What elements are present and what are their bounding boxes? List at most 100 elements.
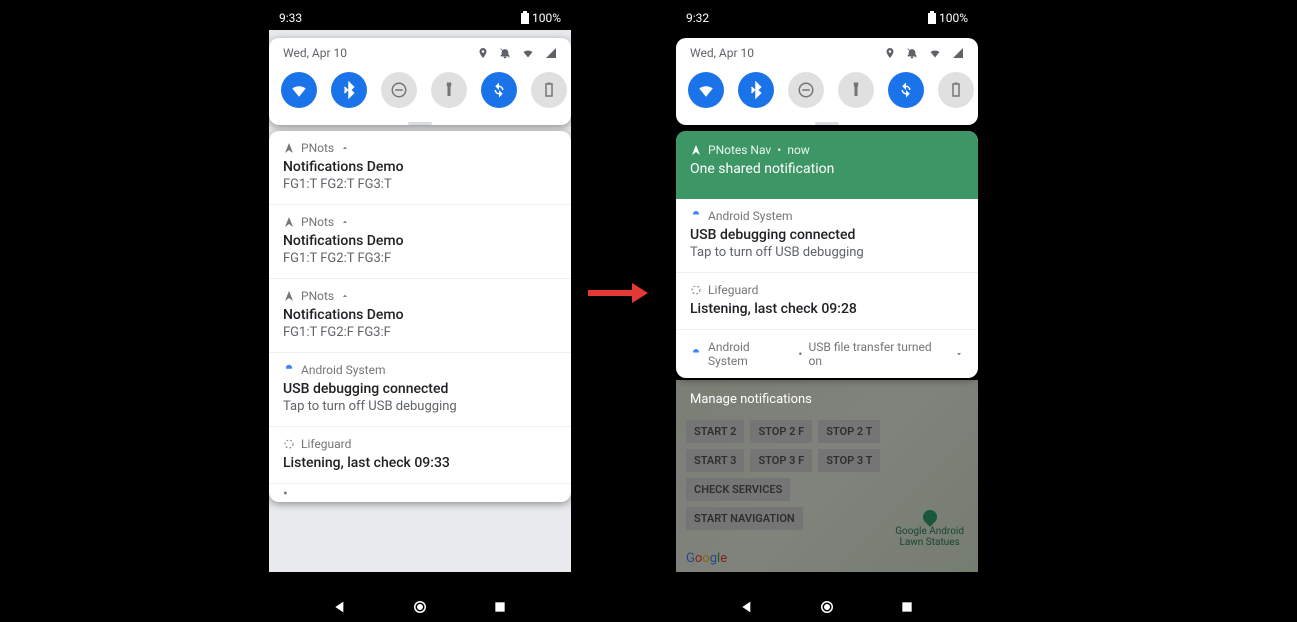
qs-flashlight[interactable] <box>838 72 874 108</box>
nav-icon <box>283 216 295 228</box>
notif-title: Listening, last check 09:28 <box>690 301 964 317</box>
notification-item[interactable]: Android System USB debugging connected T… <box>269 353 571 427</box>
map-btn[interactable]: STOP 2 T <box>818 420 880 443</box>
android-icon <box>690 210 702 222</box>
chevron-up-icon <box>340 217 350 227</box>
shade-date: Wed, Apr 10 <box>690 46 754 60</box>
map-btn[interactable]: START 3 <box>686 449 744 472</box>
battery-icon <box>520 11 530 25</box>
nav-icon <box>283 142 295 154</box>
nav-home[interactable] <box>818 598 836 616</box>
bell-off-icon <box>906 47 918 59</box>
collapsed-app: Android System <box>708 340 792 368</box>
notif-app: Android System <box>301 363 386 377</box>
chevron-up-icon <box>340 143 350 153</box>
map-btn[interactable]: STOP 3 F <box>750 449 812 472</box>
notif-app: PNotes Nav <box>708 143 771 157</box>
notification-item-highlighted[interactable]: PNotes Nav • now One shared notification <box>676 131 978 199</box>
quick-settings-row <box>676 66 978 122</box>
status-bar: 9:33 100% <box>265 6 575 30</box>
qs-battery-saver[interactable] <box>531 72 567 108</box>
notification-list: PNotes Nav • now One shared notification… <box>676 131 978 378</box>
notification-collapsed[interactable]: Android System • USB file transfer turne… <box>676 330 978 378</box>
status-battery: 100% <box>939 11 968 25</box>
qs-dnd[interactable] <box>788 72 824 108</box>
map-btn[interactable]: STOP 2 F <box>750 420 812 443</box>
qs-bluetooth[interactable] <box>738 72 774 108</box>
qs-autorotate[interactable] <box>888 72 924 108</box>
shade-handle[interactable] <box>815 122 839 125</box>
notif-app: PNots <box>301 215 334 229</box>
google-logo: Google <box>686 551 727 566</box>
qs-bluetooth[interactable] <box>331 72 367 108</box>
notification-item[interactable]: PNots Notifications Demo FG1:T FG2:T FG3… <box>269 131 571 205</box>
nav-recent[interactable] <box>491 598 509 616</box>
status-battery: 100% <box>532 11 561 25</box>
qs-autorotate[interactable] <box>481 72 517 108</box>
android-icon <box>283 364 295 376</box>
map-poi: Google Android Lawn Statues <box>895 510 964 548</box>
location-icon <box>884 47 896 59</box>
map-btn[interactable]: STOP 3 T <box>818 449 880 472</box>
quick-settings-row <box>269 66 571 122</box>
signal-icon <box>952 47 964 59</box>
qs-wifi[interactable] <box>281 72 317 108</box>
notif-body: Tap to turn off USB debugging <box>690 245 964 260</box>
nav-icon <box>283 290 295 302</box>
map-btn[interactable]: START NAVIGATION <box>686 507 803 530</box>
signal-icon <box>545 47 557 59</box>
notif-body: FG1:T FG2:T FG3:T <box>283 177 557 192</box>
chevron-up-icon <box>340 291 350 301</box>
notif-title: USB debugging connected <box>283 381 557 397</box>
map-btn[interactable]: CHECK SERVICES <box>686 478 790 501</box>
notification-item[interactable]: PNots Notifications Demo FG1:T FG2:T FG3… <box>269 205 571 279</box>
map-btn[interactable]: START 2 <box>686 420 744 443</box>
qs-battery-saver[interactable] <box>938 72 974 108</box>
notif-app: Lifeguard <box>301 437 351 451</box>
quick-settings-panel: Wed, Apr 10 <box>269 38 571 125</box>
notif-body: FG1:T FG2:F FG3:F <box>283 325 557 340</box>
notif-time: now <box>787 143 810 157</box>
notif-app: PNots <box>301 141 334 155</box>
wifi-icon <box>928 47 942 59</box>
notification-item[interactable]: PNots Notifications Demo FG1:T FG2:F FG3… <box>269 279 571 353</box>
notification-item[interactable]: Android System USB debugging connected T… <box>676 199 978 273</box>
status-time: 9:32 <box>686 11 709 25</box>
nav-home[interactable] <box>411 598 429 616</box>
nav-recent[interactable] <box>898 598 916 616</box>
notif-app: PNots <box>301 289 334 303</box>
notification-list: PNots Notifications Demo FG1:T FG2:T FG3… <box>269 131 571 502</box>
shade-handle[interactable] <box>408 122 432 125</box>
qs-wifi[interactable] <box>688 72 724 108</box>
notif-app: Lifeguard <box>708 283 758 297</box>
phone-left: 9:33 100% Wed, Apr 10 <box>265 0 575 622</box>
notif-app: Android System <box>708 209 793 223</box>
quick-settings-panel: Wed, Apr 10 <box>676 38 978 125</box>
battery-icon <box>927 11 937 25</box>
status-bar: 9:32 100% <box>672 6 982 30</box>
nav-icon <box>690 144 702 156</box>
transition-arrow <box>588 290 632 296</box>
notification-item[interactable]: Lifeguard Listening, last check 09:28 <box>676 273 978 330</box>
manage-notifications-link[interactable]: Manage notifications <box>676 382 978 417</box>
nav-bar <box>672 598 982 616</box>
nav-bar <box>265 598 575 616</box>
qs-dnd[interactable] <box>381 72 417 108</box>
qs-flashlight[interactable] <box>431 72 467 108</box>
location-icon <box>477 47 489 59</box>
chevron-down-icon <box>954 349 964 359</box>
notif-title: One shared notification <box>690 161 964 177</box>
notif-body: Tap to turn off USB debugging <box>283 399 557 414</box>
shade-date: Wed, Apr 10 <box>283 46 347 60</box>
nav-back[interactable] <box>331 598 349 616</box>
phone-right: START 2 STOP 2 F STOP 2 T START 3 STOP 3… <box>672 0 982 622</box>
more-indicator: • <box>269 484 571 502</box>
lifeguard-icon <box>283 438 295 450</box>
notif-title: Listening, last check 09:33 <box>283 455 557 471</box>
notification-item[interactable]: Lifeguard Listening, last check 09:33 <box>269 427 571 484</box>
notif-title: USB debugging connected <box>690 227 964 243</box>
nav-back[interactable] <box>738 598 756 616</box>
lifeguard-icon <box>690 284 702 296</box>
bell-off-icon <box>499 47 511 59</box>
notif-title: Notifications Demo <box>283 233 557 249</box>
